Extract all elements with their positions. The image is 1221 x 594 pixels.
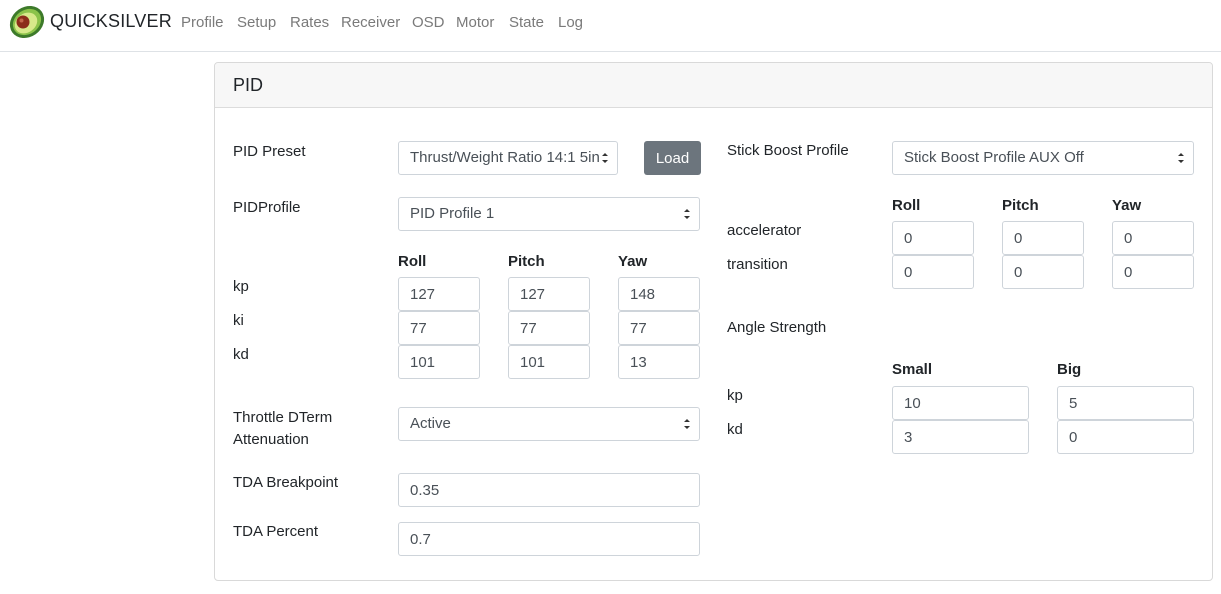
- stick-boost-select[interactable]: Stick Boost Profile AUX Off: [892, 141, 1194, 175]
- tda-percent-input[interactable]: [398, 522, 700, 556]
- transition-pitch-input[interactable]: [1002, 255, 1084, 289]
- pid-row-label-ki: ki: [233, 312, 244, 329]
- angle-row-label-kp: kp: [727, 387, 743, 404]
- pid-col-pitch: Pitch: [508, 253, 545, 270]
- angle-row-label-kd: kd: [727, 421, 743, 438]
- stick-boost-label: Stick Boost Profile: [727, 142, 849, 159]
- nav-link-receiver[interactable]: Receiver: [341, 14, 400, 31]
- pid-ki-yaw-input[interactable]: [618, 311, 700, 345]
- pid-ki-roll-input[interactable]: [398, 311, 480, 345]
- select-caret-icon: [1178, 151, 1184, 165]
- stick-boost-value: Stick Boost Profile AUX Off: [904, 149, 1084, 166]
- pid-col-roll: Roll: [398, 253, 427, 270]
- pid-preset-label: PID Preset: [233, 143, 306, 160]
- navbar: QUICKSILVER Profile Setup Rates Receiver…: [0, 0, 1221, 52]
- select-caret-icon: [684, 207, 690, 221]
- accelerator-pitch-input[interactable]: [1002, 221, 1084, 255]
- angle-kp-small-input[interactable]: [892, 386, 1029, 420]
- card-title: PID: [233, 75, 264, 95]
- pid-profile-select[interactable]: PID Profile 1: [398, 197, 700, 231]
- accelerator-label: accelerator: [727, 222, 802, 239]
- throttle-dterm-value: Active: [410, 415, 451, 432]
- boost-col-yaw: Yaw: [1112, 197, 1142, 214]
- pid-row-label-kp: kp: [233, 278, 249, 295]
- tda-breakpoint-label: TDA Breakpoint: [233, 474, 339, 491]
- tda-percent-label: TDA Percent: [233, 523, 319, 540]
- angle-col-big: Big: [1057, 361, 1082, 378]
- angle-kd-big-input[interactable]: [1057, 420, 1194, 454]
- nav-link-profile[interactable]: Profile: [181, 14, 224, 31]
- pid-kd-roll-input[interactable]: [398, 345, 480, 379]
- transition-label: transition: [727, 256, 788, 273]
- angle-strength-label: Angle Strength: [727, 319, 827, 336]
- pid-kp-roll-input[interactable]: [398, 277, 480, 311]
- throttle-dterm-label-line1: Throttle DTerm: [233, 409, 333, 426]
- pid-profile-value: PID Profile 1: [410, 205, 495, 222]
- load-button[interactable]: Load: [644, 141, 701, 175]
- pid-kd-pitch-input[interactable]: [508, 345, 590, 379]
- nav-link-rates[interactable]: Rates: [290, 14, 329, 31]
- pid-col-yaw: Yaw: [618, 253, 648, 270]
- nav-link-state[interactable]: State: [509, 14, 544, 31]
- avocado-logo-icon[interactable]: [6, 3, 46, 41]
- nav-link-motor[interactable]: Motor: [456, 14, 494, 31]
- pid-kp-yaw-input[interactable]: [618, 277, 700, 311]
- transition-yaw-input[interactable]: [1112, 255, 1194, 289]
- throttle-dterm-select[interactable]: Active: [398, 407, 700, 441]
- boost-col-pitch: Pitch: [1002, 197, 1039, 214]
- boost-col-roll: Roll: [892, 197, 921, 214]
- pid-preset-select[interactable]: Thrust/Weight Ratio 14:1 5in: [398, 141, 618, 175]
- card-header: PID: [215, 63, 1212, 108]
- pid-preset-value: Thrust/Weight Ratio 14:1 5in: [410, 149, 600, 166]
- pid-kd-yaw-input[interactable]: [618, 345, 700, 379]
- accelerator-yaw-input[interactable]: [1112, 221, 1194, 255]
- nav-link-setup[interactable]: Setup: [237, 14, 276, 31]
- accelerator-roll-input[interactable]: [892, 221, 974, 255]
- nav-link-osd[interactable]: OSD: [412, 14, 445, 31]
- brand-name[interactable]: QUICKSILVER: [50, 11, 172, 32]
- tda-breakpoint-input[interactable]: [398, 473, 700, 507]
- pid-ki-pitch-input[interactable]: [508, 311, 590, 345]
- pid-card: PID PID Preset Thrust/Weight Ratio 14:1 …: [214, 62, 1213, 581]
- select-caret-icon: [684, 417, 690, 431]
- select-caret-icon: [602, 151, 608, 165]
- nav-link-log[interactable]: Log: [558, 14, 583, 31]
- throttle-dterm-label-line2: Attenuation: [233, 431, 309, 448]
- pid-row-label-kd: kd: [233, 346, 249, 363]
- angle-col-small: Small: [892, 361, 933, 378]
- pid-kp-pitch-input[interactable]: [508, 277, 590, 311]
- angle-kd-small-input[interactable]: [892, 420, 1029, 454]
- angle-kp-big-input[interactable]: [1057, 386, 1194, 420]
- transition-roll-input[interactable]: [892, 255, 974, 289]
- pid-profile-label: PIDProfile: [233, 199, 301, 216]
